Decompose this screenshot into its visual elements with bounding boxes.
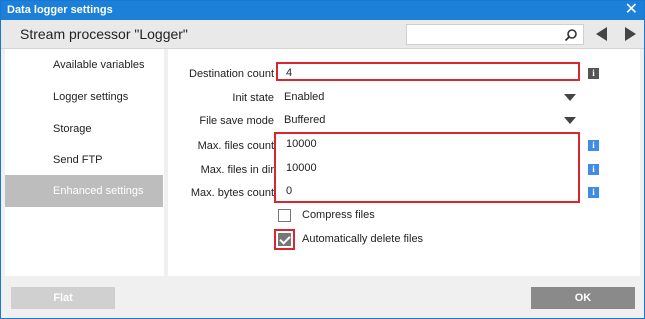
search-icon[interactable] (564, 28, 578, 42)
init-state-label: Init state (232, 92, 274, 104)
max-files-count-label: Max. files count (197, 140, 274, 152)
init-state-select[interactable]: Enabled (276, 88, 580, 107)
triangle-right-icon[interactable] (623, 26, 637, 42)
destination-count-value: 4 (286, 67, 293, 79)
chevron-down-icon (564, 94, 576, 101)
max-files-in-dir-field[interactable]: 10000 (278, 159, 578, 178)
search-box (406, 24, 584, 45)
triangle-left-icon[interactable] (595, 26, 609, 42)
max-bytes-count-value: 0 (286, 185, 293, 197)
destination-count-label: Destination count (189, 68, 274, 80)
max-files-in-dir-label: Max. files in dir (200, 164, 274, 176)
window-title: Data logger settings (7, 4, 113, 16)
sidebar: Available variables Logger settings Stor… (5, 49, 164, 276)
page-title: Stream processor "Logger" (20, 26, 188, 42)
sidebar-item-logger-settings[interactable]: Logger settings (5, 81, 163, 113)
compress-files-checkbox[interactable] (278, 209, 291, 222)
search-input[interactable] (410, 27, 558, 42)
sidebar-item-enhanced-settings[interactable]: Enhanced settings (5, 175, 163, 207)
data-logger-settings-window: Data logger settings ✕ Stream processor … (0, 0, 645, 319)
flat-button[interactable]: Flat (11, 287, 115, 309)
sidebar-item-send-ftp[interactable]: Send FTP (5, 144, 163, 176)
file-save-mode-label: File save mode (199, 115, 274, 127)
max-bytes-count-label: Max. bytes count (190, 187, 274, 199)
info-icon[interactable]: i (588, 187, 599, 198)
settings-panel: Destination count 4 i Init state Enabled… (168, 49, 640, 276)
footer: Flat OK (1, 280, 644, 318)
file-save-mode-select[interactable]: Buffered (276, 111, 580, 130)
max-files-in-dir-value: 10000 (286, 162, 317, 174)
max-bytes-count-field[interactable]: 0 (278, 182, 578, 201)
info-icon[interactable]: i (588, 140, 599, 151)
title-bar: Data logger settings ✕ (1, 1, 644, 20)
max-files-count-value: 10000 (286, 138, 317, 150)
ok-button[interactable]: OK (531, 287, 635, 309)
sidebar-item-available-variables[interactable]: Available variables (5, 49, 163, 81)
compress-files-label: Compress files (302, 209, 375, 221)
file-save-mode-value: Buffered (284, 114, 326, 126)
info-icon[interactable]: i (588, 68, 599, 79)
max-files-count-field[interactable]: 10000 (278, 135, 578, 154)
auto-delete-checkbox[interactable] (278, 233, 291, 246)
destination-count-field[interactable]: 4 (276, 62, 580, 81)
auto-delete-label: Automatically delete files (302, 233, 424, 245)
header-bar: Stream processor "Logger" (1, 20, 644, 49)
init-state-value: Enabled (284, 91, 325, 103)
info-icon[interactable]: i (588, 164, 599, 175)
sidebar-item-storage[interactable]: Storage (5, 113, 163, 145)
close-icon[interactable]: ✕ (625, 1, 638, 19)
chevron-down-icon (564, 117, 576, 124)
